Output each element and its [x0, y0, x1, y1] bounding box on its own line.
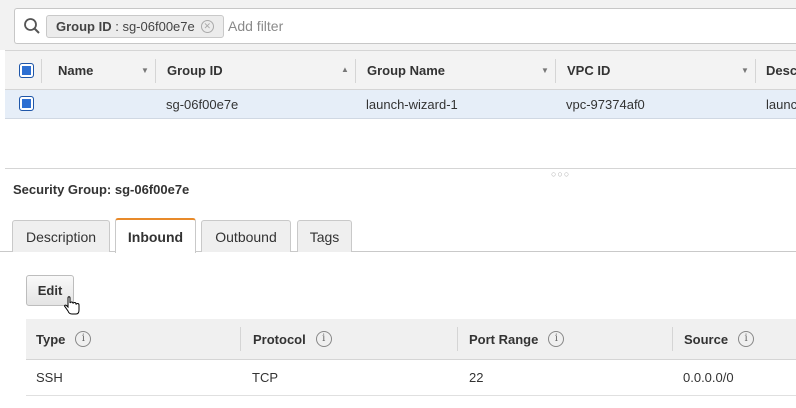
column-header-description[interactable]: Desc: [766, 51, 796, 89]
column-divider: [41, 59, 42, 83]
add-filter-input[interactable]: Add filter: [228, 18, 283, 34]
column-divider: [672, 327, 673, 351]
column-divider: [240, 327, 241, 351]
row-checkbox[interactable]: [19, 96, 34, 111]
column-divider: [355, 59, 356, 83]
tab-description[interactable]: Description: [12, 220, 110, 253]
search-filter-box[interactable]: Group ID : sg-06f00e7e ✕ Add filter: [14, 8, 796, 44]
info-icon[interactable]: i: [548, 331, 565, 347]
sort-down-icon[interactable]: ▼: [141, 66, 149, 75]
tab-inbound[interactable]: Inbound: [115, 218, 196, 253]
column-header-vpc-id[interactable]: VPC ID: [567, 51, 610, 89]
pane-divider: [5, 168, 796, 169]
select-all-checkbox[interactable]: [19, 63, 34, 78]
column-header-group-id[interactable]: Group ID: [167, 51, 223, 89]
close-icon[interactable]: ✕: [200, 20, 214, 33]
filter-chip-key: Group ID: [56, 19, 112, 34]
table-row[interactable]: sg-06f00e7e launch-wizard-1 vpc-97374af0…: [5, 90, 796, 119]
info-icon[interactable]: i: [738, 331, 755, 347]
hand-cursor-icon: [63, 296, 80, 315]
column-divider: [457, 327, 458, 351]
column-divider: [755, 59, 756, 83]
search-icon: [24, 18, 40, 34]
sort-down-icon[interactable]: ▼: [741, 66, 749, 75]
rules-column-type[interactable]: Type i: [36, 319, 92, 359]
filter-chip[interactable]: Group ID : sg-06f00e7e ✕: [46, 15, 224, 38]
info-icon[interactable]: i: [315, 331, 332, 347]
rules-column-source[interactable]: Source i: [684, 319, 755, 359]
cell-group-id: sg-06f00e7e: [166, 96, 239, 112]
rule-protocol: TCP: [252, 370, 278, 385]
table-header: Name ▼ Group ID ▲ Group Name ▼ VPC ID ▼ …: [5, 50, 796, 90]
table-row: SSH TCP 22 0.0.0.0/0: [26, 360, 796, 396]
tab-outbound[interactable]: Outbound: [201, 220, 291, 253]
filter-chip-value: sg-06f00e7e: [122, 19, 195, 34]
cell-description: launc: [766, 96, 796, 112]
sort-up-icon[interactable]: ▲: [341, 65, 349, 74]
rule-port-range: 22: [469, 370, 484, 385]
info-icon[interactable]: i: [75, 331, 92, 347]
rule-type: SSH: [36, 370, 63, 385]
rule-source: 0.0.0.0/0: [683, 370, 734, 385]
rules-table-header: Type i Protocol i Port Range i Source i: [26, 319, 796, 360]
rules-column-port-range[interactable]: Port Range i: [469, 319, 565, 359]
security-group-title: Security Group: sg-06f00e7e: [13, 182, 190, 197]
column-header-name[interactable]: Name: [58, 51, 93, 89]
column-divider: [155, 59, 156, 83]
tab-tags[interactable]: Tags: [297, 220, 352, 253]
resize-handle[interactable]: ○○○: [551, 169, 570, 179]
filter-chip-separator: :: [111, 19, 123, 34]
cell-vpc-id: vpc-97374af0: [566, 96, 645, 112]
column-divider: [555, 59, 556, 83]
sort-down-icon[interactable]: ▼: [541, 66, 549, 75]
cell-group-name: launch-wizard-1: [366, 96, 458, 112]
rules-column-protocol[interactable]: Protocol i: [253, 319, 332, 359]
filter-area: Group ID : sg-06f00e7e ✕ Add filter: [0, 0, 796, 50]
details-tabbar: Description Inbound Outbound Tags: [0, 218, 796, 253]
column-header-group-name[interactable]: Group Name: [367, 51, 445, 89]
